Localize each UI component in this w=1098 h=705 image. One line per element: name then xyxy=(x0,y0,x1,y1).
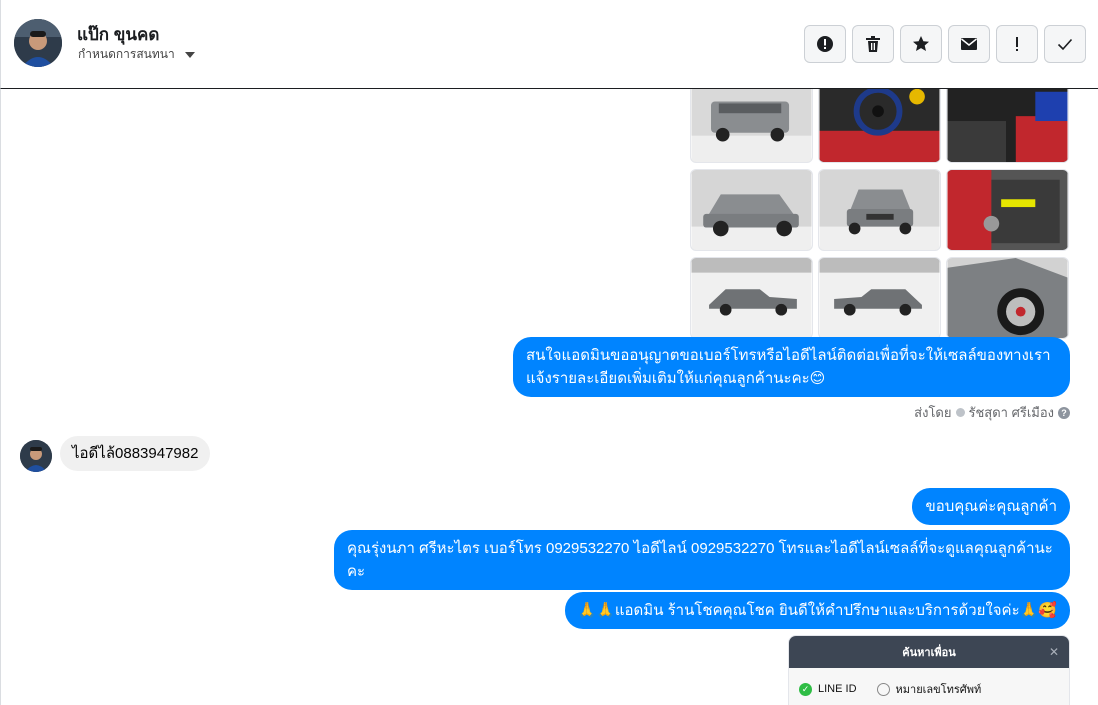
incoming-message[interactable]: ไอดีไล้0883947982 xyxy=(60,436,211,471)
outgoing-message[interactable]: ขอบคุณค่ะคุณลูกค้า xyxy=(912,488,1070,525)
line-screenshot-attachment[interactable]: ค้นหาเพื่อน ✕ ✓ LINE ID หมายเลขโทรศัพท์ xyxy=(788,635,1070,705)
envelope-icon xyxy=(961,38,977,50)
conversation-label: กำหนดการสนทนา xyxy=(78,47,175,61)
conversation-settings-dropdown[interactable]: กำหนดการสนทนา xyxy=(78,45,195,64)
car-photo-side-left[interactable] xyxy=(690,257,813,339)
line-search-options: ✓ LINE ID หมายเลขโทรศัพท์ xyxy=(799,680,981,698)
radio-icon xyxy=(876,682,890,696)
star-button[interactable] xyxy=(900,25,942,63)
alert-circle-icon xyxy=(817,36,833,52)
car-photo-front-left[interactable] xyxy=(690,169,813,251)
phone-option: หมายเลขโทรศัพท์ xyxy=(895,684,982,696)
contact-name[interactable]: แป๊ก ขุนคด xyxy=(77,21,159,48)
line-id-option: LINE ID xyxy=(818,683,857,695)
car-photo-steering[interactable] xyxy=(818,89,941,163)
mark-unread-button[interactable] xyxy=(948,25,990,63)
trash-icon xyxy=(866,36,880,52)
mark-done-button[interactable] xyxy=(1044,25,1086,63)
star-icon xyxy=(913,36,929,51)
outgoing-message[interactable]: คุณรุ่งนภา ศรีหะไตร เบอร์โทร 0929532270 … xyxy=(334,530,1070,590)
photo-attachment-grid xyxy=(690,89,1069,339)
check-icon xyxy=(1057,38,1073,51)
car-photo-rear[interactable] xyxy=(690,89,813,163)
outgoing-message[interactable]: สนใจแอดมินขออนุญาตขอเบอร์โทรหรือไอดีไลน์… xyxy=(513,337,1070,397)
outgoing-message[interactable]: 🙏🙏แอดมิน ร้านโชคคุณโชค ยินดีให้คำปรึกษาแ… xyxy=(564,592,1070,629)
agent-status-icon xyxy=(955,408,965,417)
contact-avatar[interactable] xyxy=(14,19,62,67)
car-photo-wheel[interactable] xyxy=(946,257,1069,339)
mark-spam-button[interactable] xyxy=(804,25,846,63)
car-photo-side-right[interactable] xyxy=(818,257,941,339)
sent-by-prefix: ส่งโดย xyxy=(914,405,952,420)
sender-avatar[interactable] xyxy=(20,440,52,472)
exclamation-icon xyxy=(1016,37,1018,51)
sent-by-name[interactable]: รัชสุดา ศรีเมือง xyxy=(969,402,1055,423)
check-circle-icon: ✓ xyxy=(799,682,812,696)
mark-important-button[interactable] xyxy=(996,25,1038,63)
delete-button[interactable] xyxy=(852,25,894,63)
conversation-header: แป๊ก ขุนคด กำหนดการสนทนา xyxy=(0,0,1098,89)
car-photo-door[interactable] xyxy=(946,169,1069,251)
sent-by-info: ส่งโดย รัชสุดา ศรีเมือง ? xyxy=(914,402,1070,423)
line-search-title-text: ค้นหาเพื่อน xyxy=(902,647,956,659)
car-photo-interior[interactable] xyxy=(946,89,1069,163)
help-icon[interactable]: ? xyxy=(1058,406,1070,419)
close-icon: ✕ xyxy=(1048,645,1059,659)
message-thread[interactable]: สนใจแอดมินขออนุญาตขอเบอร์โทรหรือไอดีไลน์… xyxy=(0,89,1098,705)
caret-down-icon xyxy=(184,51,195,58)
line-search-title: ค้นหาเพื่อน xyxy=(789,636,1069,668)
car-photo-front[interactable] xyxy=(818,169,941,251)
header-actions xyxy=(804,25,1086,63)
